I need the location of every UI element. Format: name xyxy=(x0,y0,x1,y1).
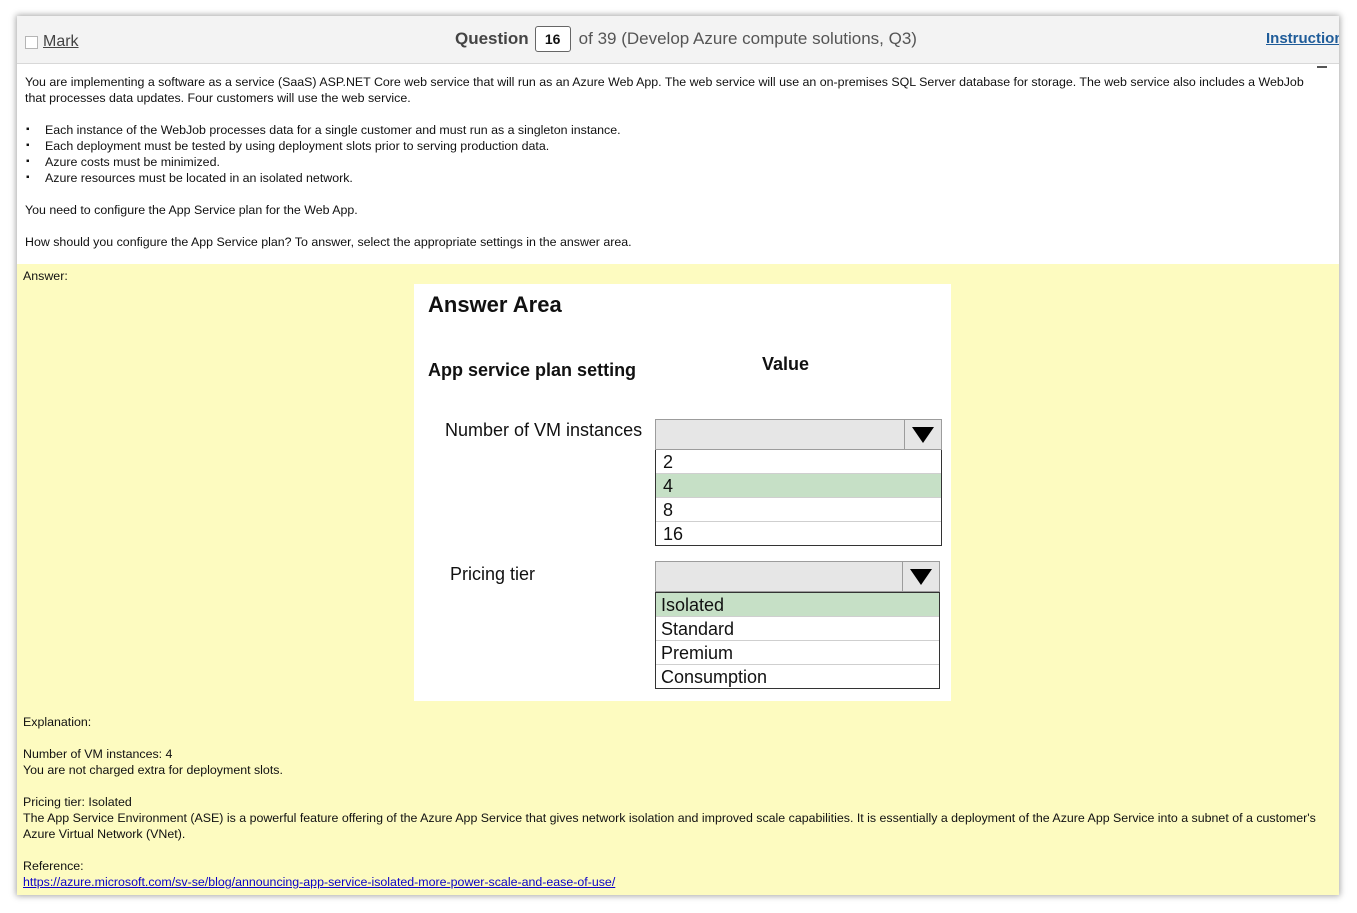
answer-area: Answer Area App service plan setting Val… xyxy=(414,284,951,701)
checkbox-icon[interactable] xyxy=(25,35,38,49)
question-navigator: Question 16 of 39 (Develop Azure compute… xyxy=(455,26,917,52)
tier-option-consumption[interactable]: Consumption xyxy=(656,665,939,688)
value-column-header: Value xyxy=(762,354,810,374)
question-of-text: of 39 (Develop Azure compute solutions, … xyxy=(578,29,917,48)
pricing-tier-select[interactable] xyxy=(655,561,940,592)
requirements-list: Each instance of the WebJob processes da… xyxy=(25,122,1325,186)
vm-instances-select[interactable] xyxy=(655,419,942,450)
explanation-tier-line: Pricing tier: Isolated xyxy=(23,795,132,809)
explanation-tier-note: The App Service Environment (ASE) is a p… xyxy=(23,811,1316,841)
scroll-indicator[interactable] xyxy=(1317,66,1327,68)
answer-area-title: Answer Area xyxy=(428,292,562,317)
vm-instances-dropdown[interactable]: 2 4 8 16 xyxy=(655,419,942,546)
tier-option-premium[interactable]: Premium xyxy=(656,641,939,665)
explanation: Explanation: Number of VM instances: 4 Y… xyxy=(23,714,1323,890)
answer-label: Answer: xyxy=(23,269,68,283)
list-item: Azure resources must be located in an is… xyxy=(25,170,1325,186)
question-word: Question xyxy=(455,29,529,48)
explanation-label: Explanation: xyxy=(23,715,92,729)
vm-option-2[interactable]: 2 xyxy=(656,450,941,474)
list-item: Each deployment must be tested by using … xyxy=(25,138,1325,154)
list-item: Each instance of the WebJob processes da… xyxy=(25,122,1325,138)
dropdown-arrow-icon[interactable] xyxy=(902,562,939,591)
instructions-link[interactable]: Instructions xyxy=(1266,30,1339,47)
tier-option-standard[interactable]: Standard xyxy=(656,617,939,641)
reference-label: Reference: xyxy=(23,859,84,873)
exam-window: Mark Question 16 of 39 (Develop Azure co… xyxy=(17,16,1339,895)
question-body: You are implementing a software as a ser… xyxy=(25,74,1325,250)
question-number-field[interactable]: 16 xyxy=(534,26,571,52)
mark-label[interactable]: Mark xyxy=(43,33,79,51)
explanation-vm-note: You are not charged extra for deployment… xyxy=(23,763,283,777)
question-header: Mark Question 16 of 39 (Develop Azure co… xyxy=(17,16,1339,64)
vm-option-4[interactable]: 4 xyxy=(656,474,941,498)
vm-instances-label: Number of VM instances xyxy=(445,420,643,440)
pricing-tier-options: Isolated Standard Premium Consumption xyxy=(655,592,940,689)
pricing-tier-label: Pricing tier xyxy=(450,564,536,584)
dropdown-arrow-icon[interactable] xyxy=(904,420,941,449)
tier-option-isolated[interactable]: Isolated xyxy=(656,593,939,617)
vm-instances-options: 2 4 8 16 xyxy=(655,450,942,546)
reference-link[interactable]: https://azure.microsoft.com/sv-se/blog/a… xyxy=(23,875,615,889)
question-need: You need to configure the App Service pl… xyxy=(25,203,358,217)
vm-option-16[interactable]: 16 xyxy=(656,522,941,545)
answer-section: Answer: Answer Area App service plan set… xyxy=(17,264,1339,895)
question-intro: You are implementing a software as a ser… xyxy=(25,75,1304,105)
mark-checkbox[interactable]: Mark xyxy=(25,33,79,51)
list-item: Azure costs must be minimized. xyxy=(25,154,1325,170)
setting-column-header: App service plan setting xyxy=(428,360,637,380)
explanation-vm-line: Number of VM instances: 4 xyxy=(23,747,173,761)
vm-option-8[interactable]: 8 xyxy=(656,498,941,522)
pricing-tier-dropdown[interactable]: Isolated Standard Premium Consumption xyxy=(655,561,940,689)
question-how: How should you configure the App Service… xyxy=(25,235,632,249)
